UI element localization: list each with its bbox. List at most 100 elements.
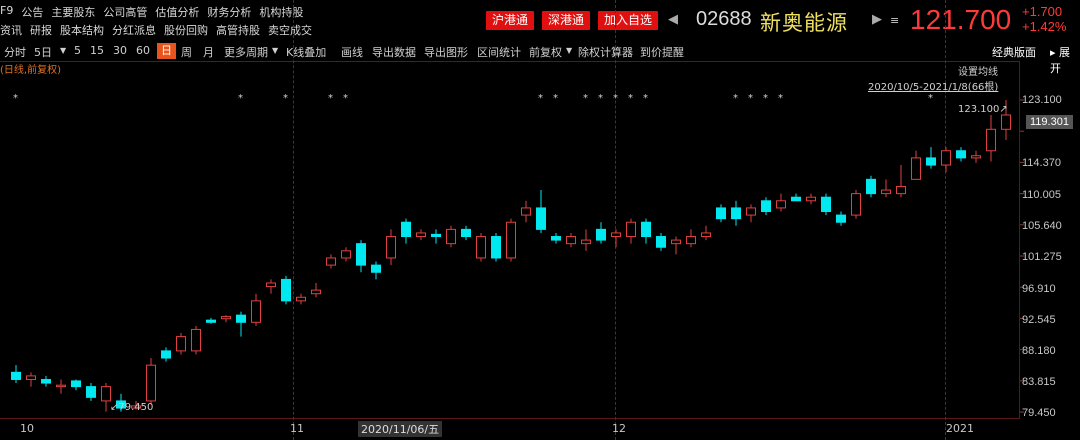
candle-body bbox=[236, 314, 246, 323]
candle bbox=[86, 383, 96, 401]
candle-body bbox=[866, 178, 876, 195]
candle bbox=[416, 229, 426, 241]
event-marker[interactable]: * bbox=[13, 93, 18, 104]
y-tick-label: 96.910 bbox=[1022, 283, 1056, 295]
candle bbox=[491, 232, 501, 262]
event-marker[interactable]: * bbox=[733, 93, 738, 104]
y-tick-label: 123.100 bbox=[1022, 94, 1062, 106]
candle bbox=[806, 193, 816, 205]
candlestick-chart: * * * * * * * * * * * * * * * * * 123.100↗ ↙79.450 bbox=[11, 93, 1024, 413]
candle-body bbox=[221, 316, 231, 320]
candle bbox=[956, 147, 966, 162]
candle bbox=[791, 193, 801, 202]
candle bbox=[596, 222, 606, 244]
candle-body bbox=[416, 232, 426, 238]
event-marker[interactable]: * bbox=[778, 93, 783, 104]
candle-body bbox=[446, 228, 456, 245]
candle bbox=[836, 211, 846, 226]
candle bbox=[371, 261, 381, 280]
candle bbox=[266, 279, 276, 294]
event-marker[interactable]: * bbox=[283, 93, 288, 104]
candle-body bbox=[26, 375, 36, 380]
candle bbox=[176, 333, 186, 355]
candle bbox=[656, 232, 666, 251]
y-tick-label: 79.450 bbox=[1022, 407, 1056, 419]
candle bbox=[626, 218, 636, 244]
candle bbox=[206, 318, 216, 324]
candle-body bbox=[506, 221, 516, 259]
x-tick-label: 10 bbox=[20, 422, 34, 435]
current-price-tag: 119.301 bbox=[1026, 115, 1073, 129]
candle-body bbox=[881, 189, 891, 195]
candle bbox=[926, 147, 936, 169]
event-marker[interactable]: * bbox=[328, 93, 333, 104]
event-marker[interactable]: * bbox=[343, 93, 348, 104]
candle-body bbox=[146, 364, 156, 402]
candle-body bbox=[761, 200, 771, 213]
candle-body bbox=[206, 319, 216, 323]
candle-body bbox=[281, 278, 291, 302]
candle bbox=[941, 147, 951, 173]
candle-body bbox=[941, 150, 951, 166]
candle-body bbox=[1001, 114, 1011, 130]
event-marker[interactable]: * bbox=[628, 93, 633, 104]
candle-body bbox=[341, 250, 351, 259]
event-marker[interactable]: * bbox=[598, 93, 603, 104]
candle-body bbox=[701, 232, 711, 238]
candle-body bbox=[851, 193, 861, 216]
candle bbox=[11, 365, 21, 384]
y-tick-label: 88.180 bbox=[1022, 345, 1056, 357]
event-marker[interactable]: * bbox=[538, 93, 543, 104]
candle-body bbox=[611, 232, 621, 238]
candle bbox=[611, 229, 621, 248]
candle-body bbox=[191, 328, 201, 352]
candle bbox=[191, 325, 201, 355]
candle bbox=[41, 375, 51, 387]
candle bbox=[146, 358, 156, 405]
candle bbox=[761, 197, 771, 216]
event-marker[interactable]: * bbox=[748, 93, 753, 104]
low-label: ↙79.450 bbox=[110, 402, 153, 413]
candle-body bbox=[251, 300, 261, 323]
candle-body bbox=[926, 157, 936, 166]
candle-body bbox=[626, 221, 636, 238]
candle-body bbox=[356, 243, 366, 266]
candle bbox=[581, 229, 591, 251]
candle-body bbox=[476, 236, 486, 259]
candle-body bbox=[11, 371, 21, 380]
candle bbox=[866, 175, 876, 198]
y-tick-label: 114.370 bbox=[1022, 157, 1061, 169]
candle-body bbox=[641, 221, 651, 238]
event-marker[interactable]: * bbox=[238, 93, 243, 104]
event-marker[interactable]: * bbox=[763, 93, 768, 104]
y-tick-label: 83.815 bbox=[1022, 376, 1056, 388]
candle-body bbox=[551, 236, 561, 241]
candle bbox=[71, 379, 81, 391]
candle bbox=[401, 218, 411, 244]
candle-body bbox=[311, 289, 321, 295]
event-marker[interactable]: * bbox=[613, 93, 618, 104]
candle-body bbox=[371, 264, 381, 273]
y-tick-label: 105.640 bbox=[1022, 220, 1062, 232]
candle bbox=[161, 347, 171, 362]
candle bbox=[971, 150, 981, 163]
x-tick-label: 12 bbox=[612, 422, 626, 435]
candle-body bbox=[326, 257, 336, 266]
candle bbox=[896, 165, 906, 198]
event-marker[interactable]: * bbox=[643, 93, 648, 104]
x-axis: 10 11 2020/11/06/五 12 2021 bbox=[0, 420, 1080, 440]
candle bbox=[641, 218, 651, 244]
candle bbox=[446, 225, 456, 248]
x-cursor-date: 2020/11/06/五 bbox=[358, 421, 443, 437]
candle bbox=[236, 311, 246, 337]
candle bbox=[431, 229, 441, 244]
candle bbox=[341, 247, 351, 262]
candle bbox=[536, 190, 546, 233]
candle bbox=[281, 275, 291, 305]
event-marker[interactable]: * bbox=[583, 93, 588, 104]
candle-body bbox=[911, 157, 921, 180]
event-marker[interactable]: * bbox=[928, 93, 933, 104]
candle bbox=[821, 193, 831, 216]
event-marker[interactable]: * bbox=[553, 93, 558, 104]
candle-body bbox=[491, 236, 501, 259]
